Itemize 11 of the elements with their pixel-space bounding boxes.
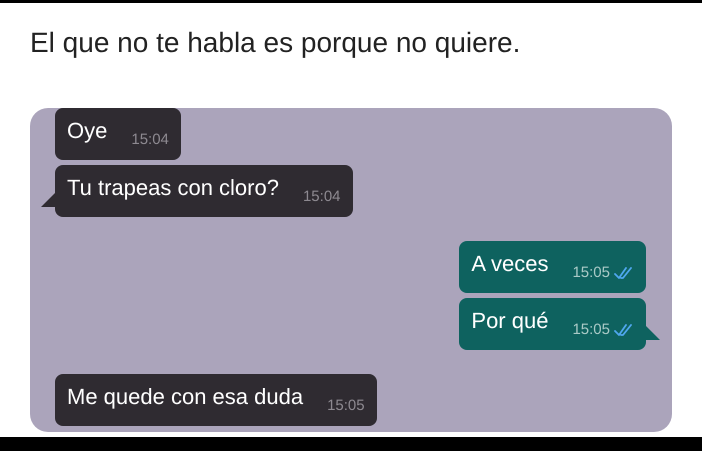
message-text: A veces bbox=[471, 250, 548, 278]
message-time: 15:04 bbox=[131, 131, 169, 148]
message-text: Me quede con esa duda bbox=[67, 383, 304, 411]
message-time: 15:05 bbox=[327, 397, 365, 414]
message-text: Por qué bbox=[471, 307, 548, 335]
message-time: 15:05 bbox=[572, 321, 610, 338]
message-text: Tu trapeas con cloro? bbox=[67, 174, 279, 202]
message-text: Oye bbox=[67, 117, 108, 145]
caption-text: El que no te habla es porque no quiere. bbox=[30, 27, 520, 58]
message-time: 15:05 bbox=[572, 264, 610, 281]
message-time: 15:04 bbox=[302, 188, 341, 205]
